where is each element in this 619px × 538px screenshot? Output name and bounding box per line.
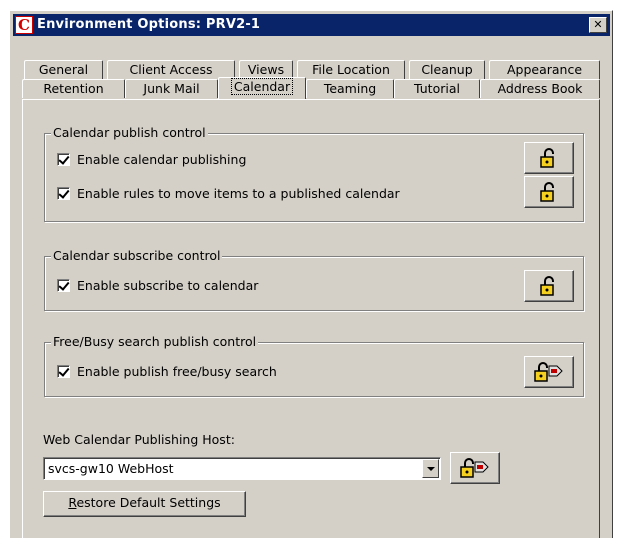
enable-subscribe-checkbox[interactable] (57, 279, 70, 292)
tab-junk-mail[interactable]: Junk Mail (125, 79, 218, 98)
tab-tutorial[interactable]: Tutorial (394, 79, 480, 98)
enable-calendar-publishing-checkbox[interactable] (57, 153, 70, 166)
enable-rules-move-label: Enable rules to move items to a publishe… (77, 186, 400, 201)
environment-options-window: C Environment Options: PRV2-1 ✕ General … (9, 10, 613, 538)
lock-tag-button-host[interactable] (450, 452, 500, 484)
restore-label: estore Default Settings (76, 495, 221, 510)
calendar-publish-group-title: Calendar publish control (51, 125, 208, 140)
calendar-subscribe-group: Calendar subscribe control Enable subscr… (44, 248, 584, 311)
tab-retention[interactable]: Retention (22, 79, 125, 98)
freebusy-publish-group: Free/Busy search publish control Enable … (44, 334, 584, 397)
web-calendar-host-select[interactable]: svcs-gw10 WebHost (43, 457, 441, 480)
lock-button-publishing[interactable] (524, 142, 574, 174)
title-bar: C Environment Options: PRV2-1 ✕ (13, 14, 610, 36)
enable-freebusy-checkbox[interactable] (57, 365, 70, 378)
enable-calendar-publishing-row[interactable]: Enable calendar publishing (57, 152, 497, 169)
calendar-tab-panel: Calendar publish control Enable calendar… (22, 99, 600, 538)
padlock-open-icon (540, 276, 554, 296)
chevron-down-icon[interactable] (422, 459, 439, 478)
tab-row-back: General Client Access Views File Locatio… (10, 60, 614, 79)
enable-calendar-publishing-label: Enable calendar publishing (77, 152, 247, 167)
tab-appearance[interactable]: Appearance (489, 60, 600, 79)
tab-cleanup[interactable]: Cleanup (409, 60, 485, 79)
padlock-with-tag-icon (460, 458, 489, 478)
enable-subscribe-label: Enable subscribe to calendar (77, 278, 259, 293)
padlock-open-icon (540, 182, 554, 202)
lock-button-subscribe[interactable] (524, 270, 574, 302)
groupwise-app-icon: C (15, 16, 33, 34)
tab-calendar[interactable]: Calendar (218, 77, 306, 99)
enable-rules-move-checkbox[interactable] (57, 187, 70, 200)
enable-freebusy-label: Enable publish free/busy search (77, 364, 277, 379)
restore-default-settings-button[interactable]: Restore Default Settings (43, 491, 246, 517)
tab-file-location[interactable]: File Location (297, 60, 405, 79)
enable-rules-move-row[interactable]: Enable rules to move items to a publishe… (57, 186, 497, 203)
tab-address-book[interactable]: Address Book (480, 79, 600, 98)
close-button[interactable]: ✕ (589, 17, 607, 33)
enable-freebusy-row[interactable]: Enable publish free/busy search (57, 364, 497, 381)
freebusy-publish-group-title: Free/Busy search publish control (51, 334, 259, 349)
tab-teaming[interactable]: Teaming (306, 79, 394, 98)
tab-row-front: Retention Junk Mail Calendar Teaming Tut… (10, 77, 614, 99)
lock-tag-button-freebusy[interactable] (524, 356, 574, 388)
lock-button-rules[interactable] (524, 176, 574, 208)
tab-general[interactable]: General (24, 60, 103, 79)
tab-client-access[interactable]: Client Access (107, 60, 235, 79)
web-calendar-host-value: svcs-gw10 WebHost (48, 461, 174, 476)
calendar-subscribe-group-title: Calendar subscribe control (51, 248, 223, 263)
padlock-with-tag-icon (534, 362, 563, 382)
calendar-publish-group: Calendar publish control Enable calendar… (44, 125, 584, 222)
padlock-open-icon (540, 148, 554, 168)
enable-subscribe-row[interactable]: Enable subscribe to calendar (57, 278, 497, 295)
window-title: Environment Options: PRV2-1 (37, 17, 261, 32)
web-calendar-host-label: Web Calendar Publishing Host: (43, 432, 235, 447)
